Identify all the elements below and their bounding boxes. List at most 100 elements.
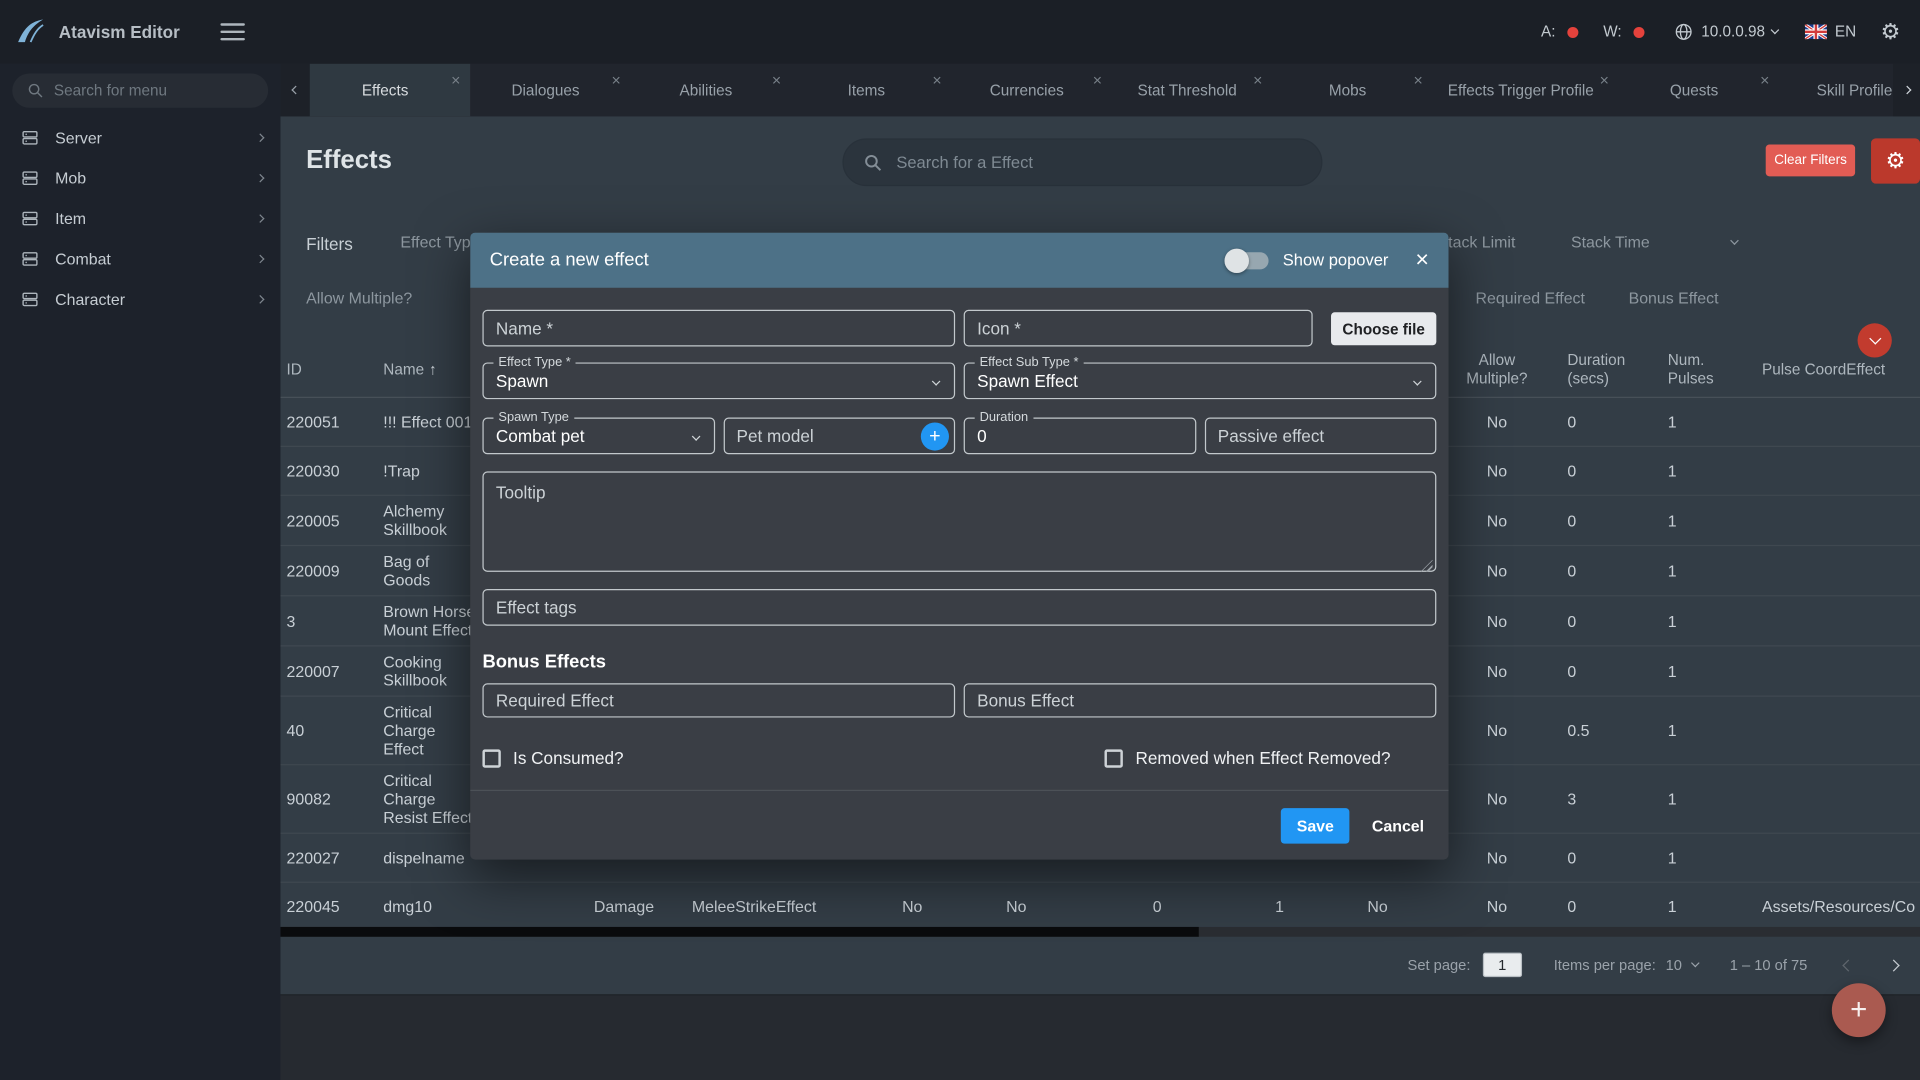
scrollbar-thumb[interactable] [280,927,1198,937]
tooltip-textarea[interactable] [482,471,1436,571]
tab[interactable]: Quests × [1619,64,1779,117]
next-page-button[interactable] [1889,956,1898,973]
top-bar: Atavism Editor A: W: 10.0.0.98 EN ⚙ [0,0,1920,64]
table-row[interactable]: 220045 dmg10 Damage MeleeStrikeEffect No… [280,883,1920,932]
effect-search-input[interactable] [896,153,1301,171]
choose-file-button[interactable]: Choose file [1331,312,1436,345]
effect-sub-type-select[interactable]: Effect Sub Type * Spawn Effect [964,362,1437,399]
filter-stack-time[interactable]: Stack Time [1571,233,1650,251]
required-effect-input[interactable] [496,691,942,711]
icon-input[interactable] [977,318,1299,338]
tab-close-icon[interactable]: × [1600,71,1609,89]
filter-effect-type[interactable]: Effect Type [400,233,479,251]
cell-allow-multiple: No [1439,715,1555,746]
set-page-input[interactable] [1483,953,1522,977]
search-icon [27,82,44,99]
previous-page-button[interactable] [1844,956,1853,973]
sidebar-item[interactable]: Combat [0,239,280,279]
save-button[interactable]: Save [1281,808,1350,844]
col-header-allow-multiple[interactable]: Allow Multiple? [1439,345,1555,394]
sidebar-item[interactable]: Server [0,118,280,158]
sidebar-item[interactable]: Character [0,279,280,319]
sidebar-item[interactable]: Mob [0,158,280,198]
tab-close-icon[interactable]: × [1253,71,1262,89]
language-select[interactable]: EN [1805,23,1856,40]
cell-duration: 0 [1555,407,1641,438]
tab[interactable]: Currencies × [951,64,1111,117]
passive-effect-input[interactable] [1218,426,1423,446]
cell-allow-multiple: No [1439,784,1555,815]
sidebar-item-label: Mob [55,169,86,187]
tab[interactable]: Abilities × [631,64,791,117]
language-label: EN [1835,23,1856,40]
tab-close-icon[interactable]: × [451,71,460,89]
add-effect-button[interactable]: + [1832,983,1886,1037]
tab[interactable]: Mobs × [1272,64,1432,117]
add-pet-model-button[interactable]: + [921,422,949,450]
cell-duration: 0.5 [1555,715,1641,746]
spawn-type-label: Spawn Type [493,410,573,425]
tab[interactable]: Effects × [310,64,470,117]
checkbox-icon [1105,749,1123,767]
server-select[interactable]: 10.0.0.98 [1674,22,1778,42]
sidebar-search-input[interactable] [54,82,254,99]
expand-filters-button[interactable] [1858,323,1892,357]
tab-close-icon[interactable]: × [1414,71,1423,89]
tab[interactable]: Items × [791,64,951,117]
sidebar-item-label: Server [55,129,102,147]
tab[interactable]: Dialogues × [470,64,630,117]
cancel-button[interactable]: Cancel [1365,808,1432,844]
tab[interactable]: Effects Trigger Profile × [1433,64,1619,117]
cell-id: 3 [280,606,383,637]
filter-allow-multiple[interactable]: Allow Multiple? [306,289,412,307]
clear-filters-button[interactable]: Clear Filters [1766,144,1856,176]
tab-close-icon[interactable]: × [1760,71,1769,89]
sidebar: Server Mob Item [0,64,280,1080]
modal-close-icon[interactable]: × [1415,249,1429,272]
pet-model-input[interactable] [737,426,942,446]
pagination-range: 1 – 10 of 75 [1730,956,1808,973]
effect-type-select[interactable]: Effect Type * Spawn [482,362,955,399]
filter-stack-limit[interactable]: Stack Limit [1438,233,1516,251]
tab[interactable]: Stat Threshold × [1112,64,1272,117]
chevron-right-icon [256,295,265,304]
col-header-id[interactable]: ID [280,354,383,385]
tab-close-icon[interactable]: × [772,71,781,89]
spawn-type-select[interactable]: Spawn Type Combat pet [482,418,714,455]
horizontal-scrollbar[interactable] [280,927,1920,937]
settings-gear-icon[interactable]: ⚙ [1881,19,1901,45]
col-header-num-pulses[interactable]: Num. Pulses [1641,345,1733,394]
is-consumed-checkbox[interactable]: Is Consumed? [482,748,623,768]
filter-settings-button[interactable]: ⚙ [1871,138,1920,183]
effect-type-label: Effect Type * [493,355,575,370]
col-header-pulse-coordeffect[interactable]: Pulse CoordEffect [1733,354,1915,385]
show-popover-toggle[interactable] [1226,252,1268,269]
items-per-page[interactable]: Items per page: 10 [1554,956,1698,973]
tab-close-icon[interactable]: × [1093,71,1102,89]
removed-when-effect-removed-checkbox[interactable]: Removed when Effect Removed? [1105,748,1391,768]
effect-tags-input[interactable] [496,598,1423,618]
tab-label: Dialogues [511,81,579,98]
gear-icon: ⚙ [1886,148,1906,174]
app-window: Atavism Editor A: W: 10.0.0.98 EN ⚙ [0,0,1920,1080]
tab-close-icon[interactable]: × [932,71,941,89]
chevron-right-icon [256,214,265,223]
tabs-scroll-left-button[interactable] [280,64,309,117]
filter-bonus-effect[interactable]: Bonus Effect [1629,289,1719,307]
col-header-name-label: Name [383,361,424,378]
cell-allow-multiple: No [1439,656,1555,687]
cell-duration: 0 [1555,555,1641,586]
duration-input[interactable] [977,426,1182,446]
filter-required-effect[interactable]: Required Effect [1476,289,1585,307]
name-input[interactable] [496,318,942,338]
col-header-duration[interactable]: Duration (secs) [1555,345,1641,394]
sidebar-item[interactable]: Item [0,198,280,238]
tab-close-icon[interactable]: × [612,71,621,89]
cell-pulse-coordeffect [1733,665,1915,677]
bonus-effect-input[interactable] [977,691,1423,711]
spawn-type-value: Combat pet [496,426,585,446]
tabs-scroll-right-button[interactable] [1893,64,1920,117]
chevron-down-icon [932,377,941,386]
menu-icon[interactable] [220,23,244,40]
topbar-right: A: W: 10.0.0.98 EN ⚙ [1541,19,1920,45]
